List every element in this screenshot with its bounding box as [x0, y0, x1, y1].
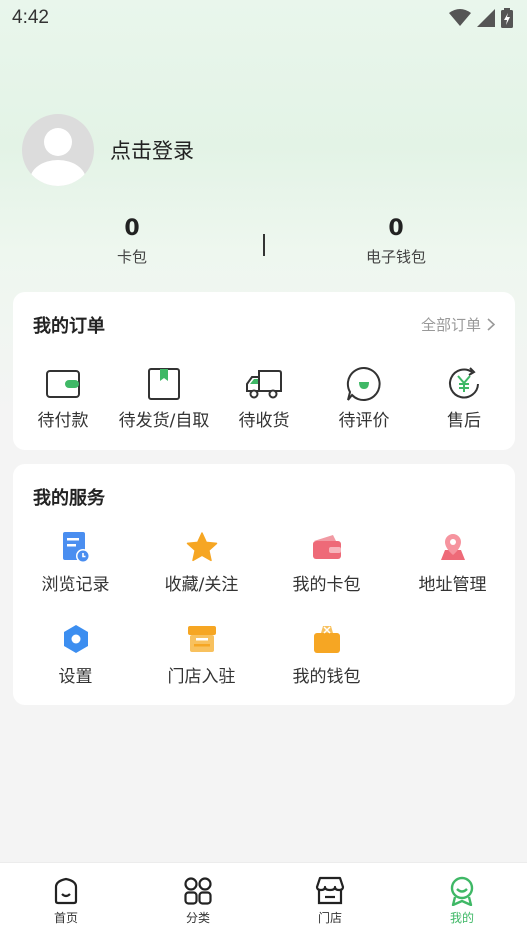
service-address[interactable]: 地址管理 [390, 530, 515, 595]
settings-icon [63, 625, 88, 653]
orders-card: 我的订单 全部订单 待付款 待发货/自取 待收货 待评价 售后 [13, 292, 515, 450]
stat-card-pack-label: 卡包 [116, 248, 147, 266]
store-icon [315, 876, 345, 905]
stats-row: 0 卡包 0 电子钱包 [0, 214, 527, 274]
comment-icon [346, 366, 381, 401]
order-item-label: 待收货 [238, 411, 290, 431]
login-link[interactable]: 点击登录 [110, 135, 194, 165]
order-after-sales[interactable]: 售后 [414, 366, 514, 431]
service-item-label: 我的钱包 [292, 667, 361, 687]
stat-card-pack-value: 0 [124, 216, 140, 241]
service-wallet[interactable]: 我的钱包 [264, 622, 389, 687]
order-pending-shipment[interactable]: 待发货/自取 [114, 366, 214, 431]
tab-label: 门店 [317, 911, 342, 925]
location-icon [440, 534, 465, 560]
stat-e-wallet-label: 电子钱包 [365, 248, 426, 266]
home-icon [54, 877, 78, 905]
status-time: 4:42 [12, 7, 49, 28]
signal-icon [477, 9, 495, 27]
service-item-label: 我的卡包 [292, 575, 361, 595]
chevron-right-icon [487, 318, 495, 331]
order-item-label: 待付款 [37, 411, 89, 431]
history-icon [62, 532, 90, 563]
service-settings[interactable]: 设置 [13, 622, 138, 687]
order-pending-review[interactable]: 待评价 [314, 366, 414, 431]
order-pending-payment[interactable]: 待付款 [13, 366, 113, 431]
order-pending-receipt[interactable]: 待收货 [214, 366, 314, 431]
truck-icon [246, 370, 282, 399]
order-item-label: 待发货/自取 [118, 411, 210, 431]
service-item-label: 设置 [58, 667, 93, 687]
avatar[interactable] [22, 114, 94, 186]
services-title: 我的服务 [33, 488, 105, 509]
service-favorites[interactable]: 收藏/关注 [139, 530, 264, 595]
stats-divider [263, 234, 265, 256]
tab-mine[interactable]: 我的 [396, 875, 527, 926]
tab-home[interactable]: 首页 [0, 875, 132, 926]
star-icon [186, 532, 217, 562]
tab-category[interactable]: 分类 [132, 875, 264, 926]
status-icons [449, 8, 513, 28]
tab-label: 分类 [185, 911, 210, 925]
store-join-icon [187, 626, 216, 652]
bookmark-box-icon [148, 368, 180, 400]
stat-e-wallet-value: 0 [388, 216, 404, 241]
tab-label: 首页 [53, 911, 78, 925]
tab-store[interactable]: 门店 [264, 875, 396, 926]
all-orders-link[interactable]: 全部订单 [421, 314, 495, 335]
order-item-label: 售后 [447, 411, 481, 431]
status-bar: 4:42 [0, 0, 527, 36]
services-card: 我的服务 浏览记录 收藏/关注 我的卡包 地址管理 设置 门店入驻 我的钱包 [13, 464, 515, 705]
service-card-pack[interactable]: 我的卡包 [264, 530, 389, 595]
profile-icon [450, 876, 474, 906]
profile-login[interactable]: 点击登录 [22, 114, 194, 186]
bottom-tab-bar: 首页 分类 门店 我的 [0, 862, 527, 937]
purse-icon [313, 626, 340, 653]
service-item-label: 地址管理 [418, 575, 487, 595]
battery-icon [501, 8, 513, 28]
service-store-join[interactable]: 门店入驻 [139, 622, 264, 687]
service-item-label: 浏览记录 [41, 575, 110, 595]
service-item-label: 门店入驻 [167, 667, 236, 687]
service-item-label: 收藏/关注 [164, 575, 239, 595]
wallet-icon [46, 370, 80, 398]
card-wallet-icon [312, 535, 341, 559]
all-orders-label: 全部订单 [420, 316, 481, 334]
orders-title: 我的订单 [33, 316, 105, 337]
yuan-refund-icon [449, 367, 479, 399]
category-icon [184, 877, 212, 905]
wifi-icon [449, 9, 471, 26]
stat-card-pack[interactable]: 0 卡包 [52, 214, 212, 267]
stat-e-wallet[interactable]: 0 电子钱包 [316, 214, 476, 267]
tab-label: 我的 [449, 911, 474, 925]
order-item-label: 待评价 [338, 411, 390, 431]
service-browse-history[interactable]: 浏览记录 [13, 530, 138, 595]
